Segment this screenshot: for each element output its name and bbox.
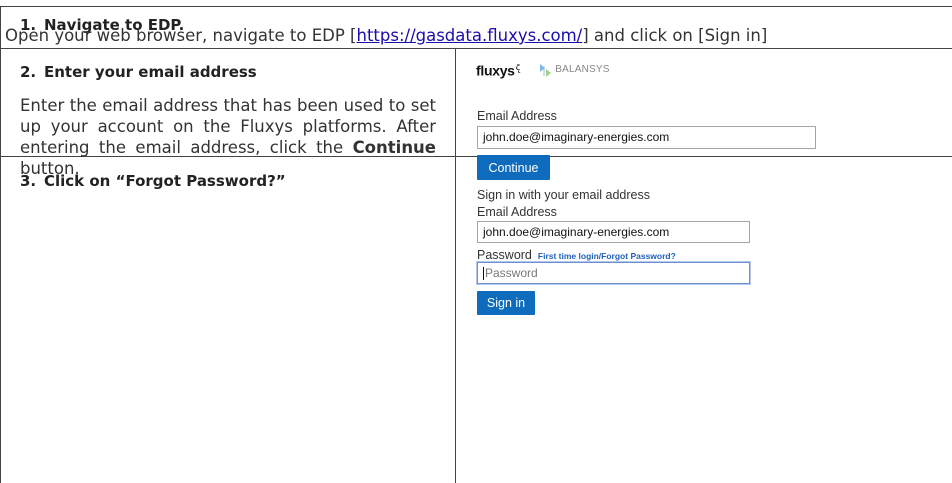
balansys-logo: BALANSYS [538,62,609,78]
step3-heading: 3. Click on “Forgot Password?” [20,172,286,190]
email-field-2[interactable]: john.doe@imaginary-energies.com [477,221,750,243]
email-label-1: Email Address [477,109,557,123]
fluxys-wordmark: fluxys [476,62,515,79]
table-top-border [0,6,952,7]
signin-button[interactable]: Sign in [477,291,535,315]
email-field-1[interactable]: john.doe@imaginary-energies.com [477,126,816,149]
fluxys-logo: fluxys෫ [476,61,521,79]
password-label-row: Password First time login/Forgot Password… [477,248,676,262]
step1-text-after: ] and click on [Sign in] [582,26,768,45]
column-divider [455,48,456,483]
balansys-wordmark: BALANSYS [555,64,610,76]
text-caret [483,267,484,281]
step2-heading: 2. Enter your email address [20,63,257,81]
step3-number: 3. [20,172,37,190]
email-value-2: john.doe@imaginary-energies.com [483,225,670,239]
step2-title: Enter your email address [44,63,257,81]
table-left-border [0,6,1,483]
balansys-icon [540,63,552,77]
email-value-1: john.doe@imaginary-energies.com [483,130,670,144]
step2-number: 2. [20,63,37,81]
edp-link[interactable]: https://gasdata.fluxys.com/ [356,26,582,45]
password-field[interactable]: Password [477,262,750,284]
password-placeholder: Password [485,266,538,280]
step2-continue-emphasis: Continue [352,138,436,157]
brand-row: fluxys෫ BALANSYS [476,61,610,79]
forgot-password-link[interactable]: First time login/Forgot Password? [538,251,676,261]
signin-header: Sign in with your email address [477,188,650,202]
step3-title: Click on “Forgot Password?” [44,172,286,190]
step1-text-before: Open your web browser, navigate to EDP [ [5,26,357,45]
password-label: Password [477,248,532,262]
fluxys-mark: ෫ [515,61,521,73]
email-label-2: Email Address [477,205,557,219]
step1-instructions: Open your web browser, navigate to EDP [… [5,26,767,45]
row1-bottom-border [0,48,952,49]
step2-body: Enter the email address that has been us… [20,95,436,179]
continue-button[interactable]: Continue [477,155,550,180]
